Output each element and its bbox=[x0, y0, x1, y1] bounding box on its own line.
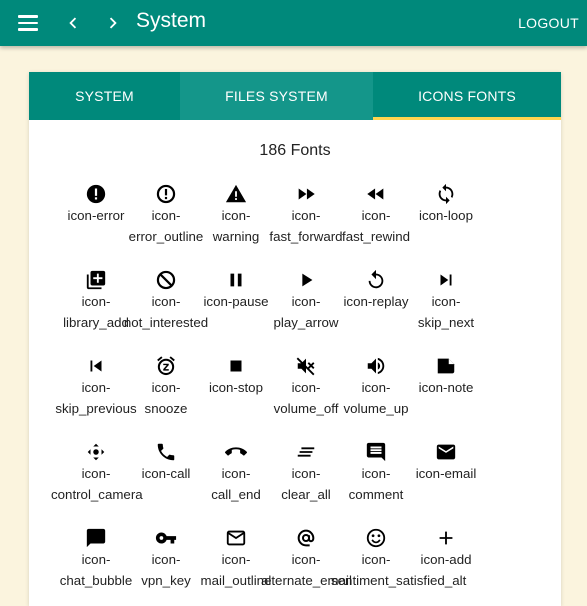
menu-icon[interactable] bbox=[18, 15, 38, 31]
chat-bubble-icon bbox=[86, 528, 106, 548]
icon-tile-loop: icon-loop bbox=[411, 178, 481, 264]
not-interested-icon bbox=[156, 270, 176, 290]
app-bar: System LOGOUT bbox=[0, 0, 587, 46]
replay-icon bbox=[368, 269, 384, 289]
icon-label: icon-email bbox=[415, 466, 477, 481]
error-outline-icon bbox=[156, 184, 176, 204]
icon-label: icon-add bbox=[420, 552, 472, 567]
snooze-icon bbox=[157, 356, 175, 376]
vpn-key-icon bbox=[155, 532, 177, 544]
page-title: System bbox=[136, 9, 207, 32]
fast-forward-icon bbox=[298, 188, 315, 200]
fast-rewind-icon bbox=[367, 188, 384, 200]
icon-tile-skip-next: icon-skip_next bbox=[411, 264, 481, 350]
tab-system[interactable]: SYSTEM bbox=[29, 72, 180, 120]
add-icon bbox=[439, 531, 453, 545]
alternate-email-icon bbox=[297, 529, 315, 547]
note-icon bbox=[437, 358, 455, 374]
tab-files-system[interactable]: FILES SYSTEM bbox=[180, 72, 373, 120]
stop-icon bbox=[230, 360, 242, 372]
content-card: SYSTEM FILES SYSTEM ICONS FONTS 186 Font… bbox=[29, 72, 561, 606]
comment-icon bbox=[366, 442, 386, 462]
icon-tile-note: icon-note bbox=[411, 350, 481, 436]
tab-bar: SYSTEM FILES SYSTEM ICONS FONTS bbox=[29, 72, 561, 120]
chevron-left-icon[interactable] bbox=[62, 12, 84, 34]
email-icon bbox=[436, 444, 456, 460]
volume-off-icon bbox=[296, 357, 315, 376]
call-end-icon bbox=[225, 447, 247, 456]
skip-next-icon bbox=[440, 274, 452, 286]
play-arrow-icon bbox=[302, 273, 313, 287]
warning-icon bbox=[225, 184, 247, 203]
pause-icon bbox=[230, 273, 242, 287]
icon-tile-email: icon-email bbox=[411, 436, 481, 522]
error-icon bbox=[86, 184, 106, 204]
icon-label: icon-note bbox=[418, 380, 474, 395]
control-camera-icon bbox=[87, 443, 105, 461]
icon-label: icon-skip_next bbox=[417, 294, 475, 330]
chevron-right-icon[interactable] bbox=[102, 12, 124, 34]
library-add-icon bbox=[86, 270, 106, 290]
tab-indicator bbox=[373, 117, 561, 120]
loop-icon bbox=[438, 183, 454, 205]
sentiment-satisfied-alt-icon bbox=[366, 528, 386, 548]
icon-label: icon-loop bbox=[419, 208, 473, 223]
tab-icons-fonts[interactable]: ICONS FONTS bbox=[373, 72, 561, 120]
icon-tile-add: icon-add bbox=[411, 522, 481, 606]
fonts-count: 186 Fonts bbox=[259, 142, 331, 159]
logout-button[interactable]: LOGOUT bbox=[518, 15, 579, 31]
call-icon bbox=[157, 443, 175, 461]
clear-all-icon bbox=[297, 447, 315, 457]
skip-previous-icon bbox=[90, 360, 102, 372]
volume-up-icon bbox=[367, 357, 385, 375]
mail-outline-icon bbox=[226, 530, 246, 546]
